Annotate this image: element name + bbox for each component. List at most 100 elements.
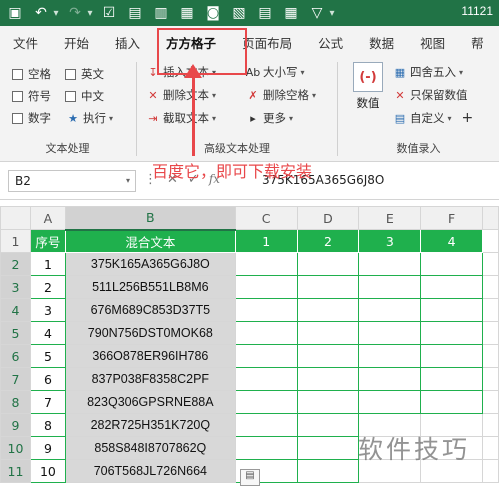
cell[interactable]: [482, 459, 499, 483]
row-header[interactable]: 1: [0, 229, 31, 253]
tab-insert[interactable]: 插入: [102, 26, 153, 58]
cell[interactable]: [420, 321, 484, 345]
cell[interactable]: [296, 252, 360, 276]
cell[interactable]: 790N756DST0MOK68: [64, 321, 236, 345]
row-header[interactable]: 9: [0, 413, 31, 437]
cell[interactable]: [296, 390, 360, 414]
table-icon[interactable]: ▤: [124, 2, 146, 24]
row-header[interactable]: 6: [0, 344, 31, 368]
column-header-e[interactable]: E: [358, 206, 422, 230]
tab-fangfang[interactable]: 方方格子: [153, 26, 229, 58]
checkbox-box[interactable]: [12, 90, 23, 102]
cell[interactable]: [234, 298, 298, 322]
header-cell[interactable]: 2: [296, 229, 360, 253]
cell[interactable]: 3: [29, 298, 66, 322]
cell[interactable]: 837P038F8358C2PF: [64, 367, 236, 391]
redo-dropdown-icon[interactable]: ▾: [86, 8, 94, 19]
round-button[interactable]: ▦ 四舍五入 ▾: [392, 64, 463, 80]
cell[interactable]: [296, 344, 360, 368]
insert-text-button[interactable]: ↧ 插入文本 ▾: [145, 64, 216, 80]
checkbox-box[interactable]: [65, 90, 76, 102]
checkbox-icon[interactable]: ☑: [98, 2, 120, 24]
cell[interactable]: [296, 459, 360, 483]
cell[interactable]: [234, 275, 298, 299]
checkbox-box[interactable]: [12, 68, 23, 80]
case-button[interactable]: Ab 大小写 ▾: [245, 64, 305, 80]
cell[interactable]: 676M689C853D37T5: [64, 298, 236, 322]
plus-icon[interactable]: +: [462, 110, 474, 126]
checkbox-box[interactable]: [12, 112, 23, 124]
tab-formulas[interactable]: 公式: [305, 26, 356, 58]
grid-icon[interactable]: ▦: [176, 2, 198, 24]
cell[interactable]: [420, 367, 484, 391]
cell[interactable]: [420, 275, 484, 299]
undo-icon[interactable]: ↶: [30, 2, 52, 24]
tab-help[interactable]: 帮: [458, 26, 497, 58]
delete-text-button[interactable]: ✕ 删除文本 ▾: [145, 87, 216, 103]
row-header[interactable]: 8: [0, 390, 31, 414]
checkbox-space[interactable]: 空格: [12, 66, 51, 82]
redo-icon[interactable]: ↷: [64, 2, 86, 24]
table2-icon[interactable]: ▤: [254, 2, 276, 24]
cell[interactable]: [234, 413, 298, 437]
row-header[interactable]: 7: [0, 367, 31, 391]
delete-space-button[interactable]: ✗ 删除空格 ▾: [245, 87, 316, 103]
cell[interactable]: [234, 436, 298, 460]
row-header[interactable]: 11: [0, 459, 31, 483]
cell[interactable]: [358, 321, 422, 345]
header-cell[interactable]: 序号: [29, 229, 66, 253]
tab-data[interactable]: 数据: [356, 26, 407, 58]
cell[interactable]: [296, 275, 360, 299]
cell[interactable]: 2: [29, 275, 66, 299]
cell[interactable]: 8: [29, 413, 66, 437]
cell[interactable]: 10: [29, 459, 66, 483]
cell[interactable]: 366O878ER96IH786: [64, 344, 236, 368]
image-icon[interactable]: ▧: [228, 2, 250, 24]
tab-home[interactable]: 开始: [51, 26, 102, 58]
cell[interactable]: 706T568JL726N664: [64, 459, 236, 483]
cell[interactable]: [482, 390, 499, 414]
chevron-down-icon[interactable]: ▾: [126, 176, 130, 185]
cell[interactable]: 7: [29, 390, 66, 414]
cell[interactable]: [358, 390, 422, 414]
cell[interactable]: [234, 390, 298, 414]
cell[interactable]: [358, 344, 422, 368]
name-box[interactable]: B2 ▾: [8, 170, 136, 192]
undo-dropdown-icon[interactable]: ▾: [52, 8, 60, 19]
cell[interactable]: [296, 367, 360, 391]
cell[interactable]: [358, 275, 422, 299]
column-header-f[interactable]: F: [420, 206, 484, 230]
cell[interactable]: 1: [29, 252, 66, 276]
checkbox-symbol[interactable]: 符号: [12, 88, 51, 104]
cell[interactable]: [420, 344, 484, 368]
cell[interactable]: 6: [29, 367, 66, 391]
cell[interactable]: [482, 344, 499, 368]
column-header-b[interactable]: B: [64, 206, 236, 231]
cell[interactable]: [482, 321, 499, 345]
cell[interactable]: [358, 367, 422, 391]
cell[interactable]: 5: [29, 344, 66, 368]
cell[interactable]: 511L256B551LB8M6: [64, 275, 236, 299]
header-cell[interactable]: 混合文本: [64, 229, 236, 253]
cell[interactable]: [358, 298, 422, 322]
cell[interactable]: [482, 229, 499, 253]
row-header[interactable]: 5: [0, 321, 31, 345]
cell[interactable]: [482, 252, 499, 276]
numeric-value-button[interactable]: (-) 数值: [350, 62, 386, 120]
column-header-a[interactable]: A: [29, 206, 66, 230]
cell[interactable]: 4: [29, 321, 66, 345]
cell[interactable]: [296, 436, 360, 460]
column-header-d[interactable]: D: [296, 206, 360, 230]
cell[interactable]: [482, 367, 499, 391]
cell[interactable]: 9: [29, 436, 66, 460]
save-icon[interactable]: ▣: [4, 2, 26, 24]
cell[interactable]: [482, 436, 499, 460]
execute-button[interactable]: ★ 执行 ▾: [65, 110, 113, 126]
cell[interactable]: [420, 298, 484, 322]
cell[interactable]: [234, 252, 298, 276]
cell[interactable]: [234, 344, 298, 368]
checkbox-box[interactable]: [65, 68, 76, 80]
cell[interactable]: [420, 390, 484, 414]
header-cell[interactable]: 1: [234, 229, 298, 253]
row-header[interactable]: 4: [0, 298, 31, 322]
